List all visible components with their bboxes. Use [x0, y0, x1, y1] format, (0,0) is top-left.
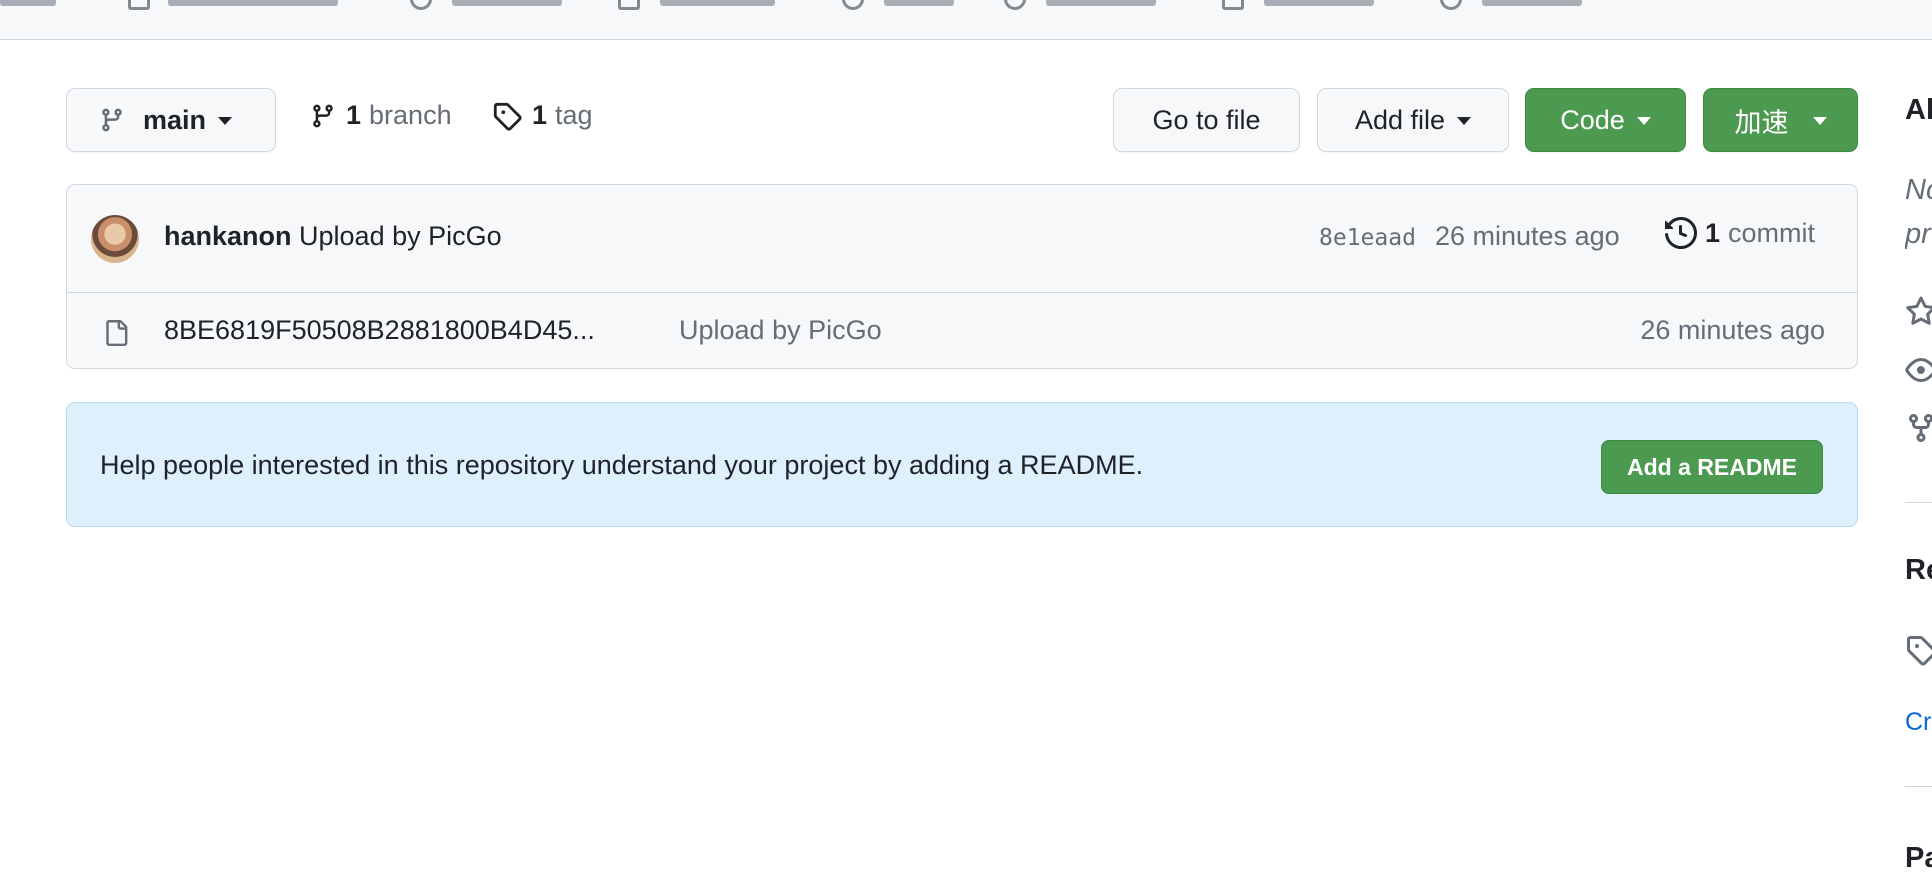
commit-history-link[interactable]: 1 commit	[1665, 217, 1815, 249]
commit-author[interactable]: hankanon	[164, 221, 292, 251]
commit-sha[interactable]: 8e1eaad	[1319, 225, 1416, 251]
nav-tab-settings[interactable]	[1482, 0, 1582, 6]
nav-tab-actions[interactable]	[452, 0, 562, 6]
commit-count: 1	[1705, 217, 1721, 248]
tag-icon	[493, 102, 522, 131]
projects-icon	[618, 0, 640, 10]
add-readme-button[interactable]: Add a README	[1601, 440, 1823, 494]
file-commit-time: 26 minutes ago	[1640, 315, 1825, 345]
packages-heading: Pa	[1905, 842, 1932, 874]
branch-name: main	[143, 104, 207, 135]
commit-label: commit	[1728, 217, 1816, 248]
accelerate-label: 加速	[1734, 107, 1789, 138]
add-file-label: Add file	[1354, 104, 1446, 135]
wiki-icon	[842, 0, 864, 10]
list-item: 8BE6819F50508B2881800B4D45... Upload by …	[67, 293, 1857, 368]
file-name[interactable]: 8BE6819F50508B2881800B4D45...	[164, 315, 595, 346]
about-heading: Al	[1905, 94, 1932, 126]
branch-label: branch	[369, 100, 452, 130]
commit-message[interactable]: Upload by PicGo	[299, 221, 502, 251]
releases-heading: Re	[1905, 554, 1932, 586]
pull-request-icon	[128, 0, 150, 10]
tag-icon	[1907, 636, 1932, 666]
fork-icon	[1909, 414, 1932, 442]
history-icon	[1665, 217, 1697, 249]
go-to-file-label: Go to file	[1152, 104, 1261, 135]
chevron-down-icon	[1636, 117, 1651, 125]
git-branch-icon	[102, 108, 122, 132]
readme-prompt-text: Help people interested in this repositor…	[100, 450, 1144, 480]
commit-time: 26 minutes ago	[1435, 221, 1620, 251]
eye-icon	[1905, 358, 1932, 382]
chevron-down-icon	[218, 117, 233, 125]
security-icon	[1004, 0, 1026, 10]
nav-tab-insights[interactable]	[1264, 0, 1374, 6]
latest-commit-row: hankanon Upload by PicGo 8e1eaad 26 minu…	[67, 185, 1857, 293]
sidebar-divider	[1905, 502, 1932, 503]
file-list: hankanon Upload by PicGo 8e1eaad 26 minu…	[66, 184, 1858, 369]
avatar[interactable]	[91, 215, 139, 263]
about-description-line1: Nc	[1905, 174, 1932, 206]
actions-icon	[410, 0, 432, 10]
chevron-down-icon	[1457, 117, 1472, 125]
code-label: Code	[1560, 104, 1625, 135]
tag-label: tag	[555, 100, 593, 130]
add-readme-label: Add a README	[1627, 453, 1797, 480]
file-commit-message[interactable]: Upload by PicGo	[679, 315, 882, 346]
latest-commit-summary: hankanon Upload by PicGo	[164, 221, 502, 252]
add-file-button[interactable]: Add file	[1317, 88, 1509, 152]
sidebar-divider	[1905, 786, 1932, 787]
git-branch-icon	[313, 104, 333, 127]
go-to-file-button[interactable]: Go to file	[1113, 88, 1300, 152]
settings-icon	[1440, 0, 1462, 10]
branch-count: 1	[346, 100, 362, 130]
nav-tab-code[interactable]	[0, 0, 56, 6]
branches-link[interactable]: 1 branch	[310, 100, 452, 131]
create-release-link[interactable]: Cr	[1905, 708, 1931, 737]
code-button[interactable]: Code	[1525, 88, 1686, 152]
accelerate-button[interactable]: 加速	[1703, 88, 1858, 152]
nav-tab-pull-requests[interactable]	[168, 0, 338, 6]
about-sidebar: Al Nc pr Re Cr Pa	[1905, 40, 1932, 884]
nav-tab-projects[interactable]	[660, 0, 775, 6]
readme-prompt-banner: Help people interested in this repositor…	[66, 402, 1858, 527]
nav-tab-security[interactable]	[1046, 0, 1156, 6]
star-icon	[1906, 296, 1932, 325]
tag-count: 1	[532, 100, 548, 130]
chevron-down-icon	[1812, 117, 1827, 125]
about-description-line2: pr	[1905, 218, 1931, 250]
tags-link[interactable]: 1 tag	[492, 100, 593, 131]
insights-icon	[1222, 0, 1244, 10]
branch-select-button[interactable]: main	[66, 88, 276, 152]
nav-tab-wiki[interactable]	[884, 0, 954, 6]
repo-nav-bar	[0, 0, 1932, 40]
file-icon	[106, 320, 128, 346]
